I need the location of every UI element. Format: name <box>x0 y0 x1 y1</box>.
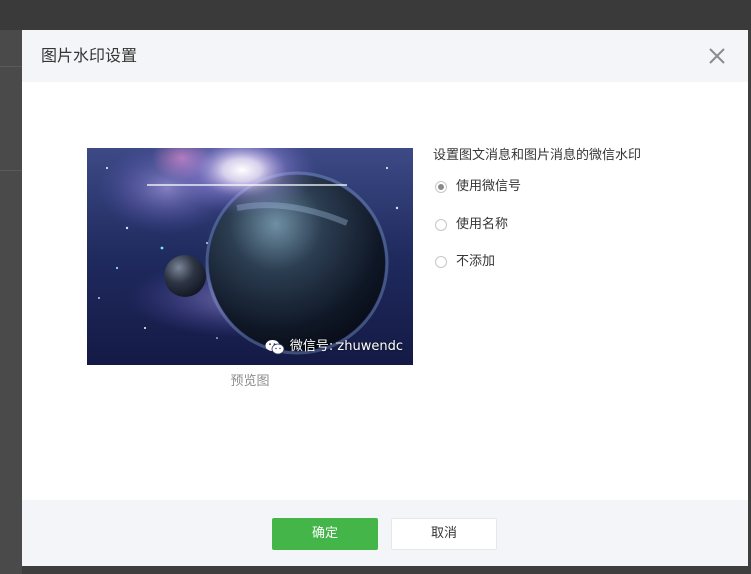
wechat-icon <box>265 340 285 355</box>
dialog-header: 图片水印设置 <box>22 30 748 82</box>
close-icon <box>709 48 725 64</box>
close-button[interactable] <box>706 45 728 67</box>
preview-caption: 预览图 <box>230 374 270 389</box>
dialog-footer: 确定 取消 <box>22 500 748 566</box>
radio-button[interactable] <box>435 219 447 231</box>
backdrop-left <box>0 30 22 574</box>
radio-use-name[interactable]: 使用名称 <box>435 217 508 233</box>
cancel-button[interactable]: 取消 <box>391 518 497 550</box>
radio-no-watermark[interactable]: 不添加 <box>435 254 495 270</box>
radio-button-checked[interactable] <box>435 181 447 193</box>
confirm-button[interactable]: 确定 <box>272 518 378 550</box>
watermark-preview-image: 微信号: zhuwendc <box>87 148 413 365</box>
radio-button[interactable] <box>435 256 447 268</box>
options-title: 设置图文消息和图片消息的微信水印 <box>433 148 642 163</box>
watermark-settings-dialog: 图片水印设置 微信号: zhuwendc 预览图 设置图文消息和图片消息的微信水… <box>22 30 748 566</box>
radio-label: 使用微信号 <box>456 179 522 194</box>
radio-use-wechat-id[interactable]: 使用微信号 <box>435 179 521 195</box>
watermark-text: 微信号: zhuwendc <box>289 339 403 354</box>
radio-label: 使用名称 <box>456 217 509 232</box>
dialog-title: 图片水印设置 <box>41 46 138 65</box>
radio-label: 不添加 <box>456 254 496 269</box>
backdrop-top <box>0 0 751 30</box>
watermark-label: 微信号: zhuwendc <box>265 339 403 355</box>
space-planet-illustration <box>87 148 413 365</box>
